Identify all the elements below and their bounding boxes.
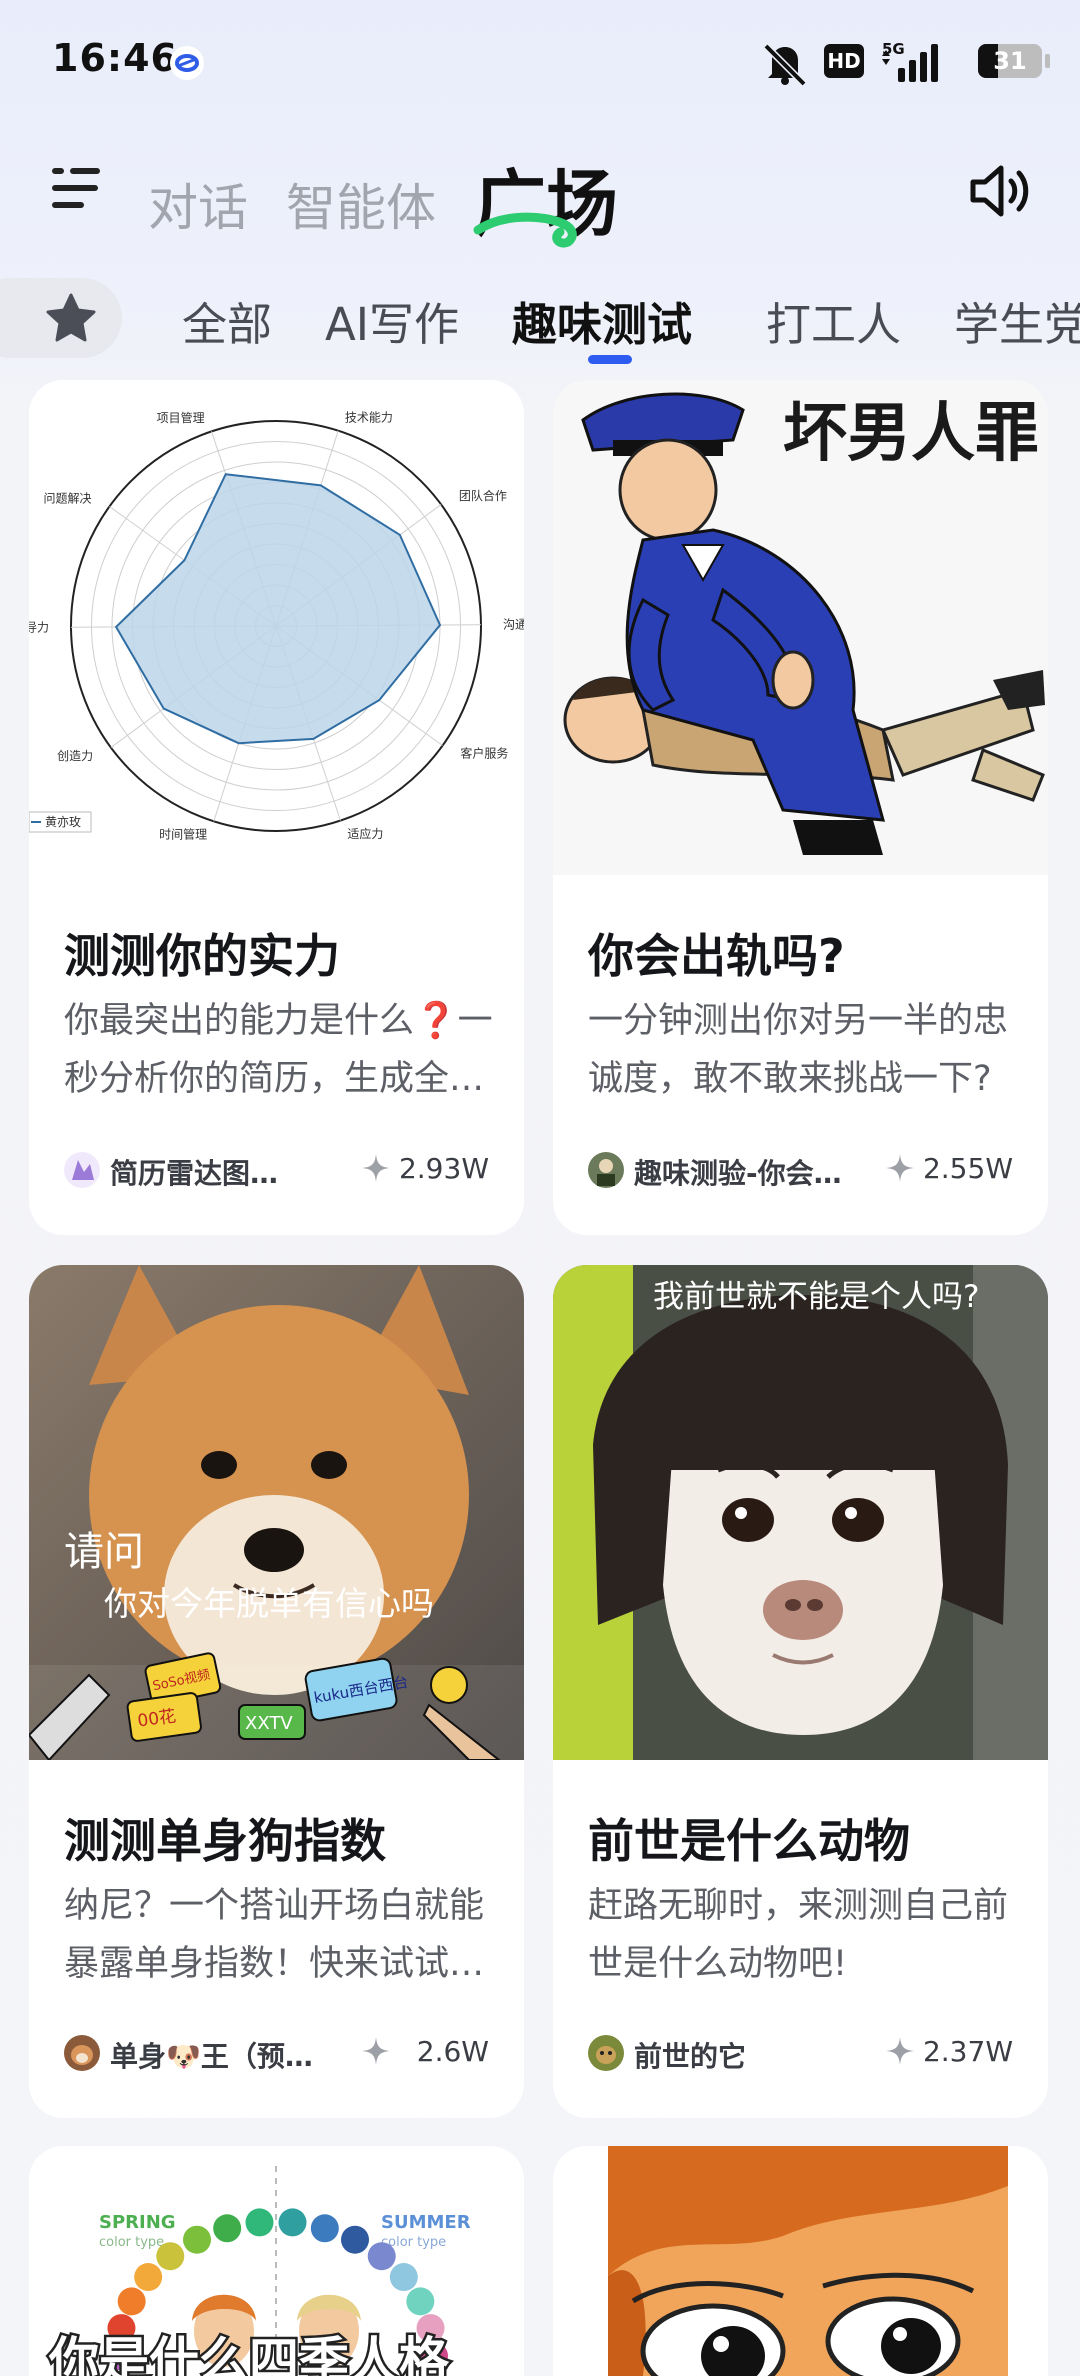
image-caption: 我前世就不能是个人吗? xyxy=(653,1279,979,1315)
card-footer: 趣味测验-你会… 2.55W xyxy=(588,1150,1013,1190)
card-title: 前世是什么动物 xyxy=(588,1814,910,1868)
image-caption-2: 你对今年脱单有信心吗 xyxy=(104,1584,434,1623)
card-image-seasons: SPRING color type SUMMER color type 你是什么… xyxy=(29,2146,524,2376)
card-description: 纳尼？一个搭讪开场白就能暴露单身指数！快来试试… xyxy=(64,1886,485,1984)
menu-icon[interactable] xyxy=(50,160,106,216)
color-swatch xyxy=(245,2208,274,2237)
usage-count: 2.6W xyxy=(416,2035,489,2068)
usage-count: 2.37W xyxy=(922,2035,1013,2068)
card-image-radar: 项目管理 技术能力团队合作沟通客户服务适应力 时间管理 创造力 领导力 问题解决黄亦玫 xyxy=(29,380,524,875)
color-swatch xyxy=(389,2263,418,2292)
author-avatar xyxy=(64,2035,100,2071)
active-tab-stroke xyxy=(473,212,577,248)
card-footer: 前世的它 2.37W xyxy=(588,2033,1013,2073)
category-worker[interactable]: 打工人 xyxy=(766,288,901,353)
star-icon xyxy=(46,293,96,342)
card-footer: 简历雷达图… 2.93W xyxy=(64,1150,489,1190)
app-notification-icon xyxy=(170,46,204,80)
card-ability-test[interactable]: 项目管理 技术能力团队合作沟通客户服务适应力 时间管理 创造力 领导力 问题解决黄亦玫 测… xyxy=(29,380,524,1235)
radar-chart: 项目管理 技术能力团队合作沟通客户服务适应力 时间管理 创造力 领导力 问题解决黄亦玫 xyxy=(29,410,524,842)
radar-axis-label: 创造力 xyxy=(57,749,93,763)
speaker-icon[interactable] xyxy=(965,156,1035,226)
card-title: 你会出轨吗? xyxy=(588,929,845,983)
author-name: 简历雷达图… xyxy=(110,1157,279,1190)
card-season-color-test[interactable]: SPRING color type SUMMER color type 你是什么… xyxy=(29,2146,524,2376)
season-label-right: SUMMER xyxy=(381,2212,471,2233)
radar-axis-label: 沟通 xyxy=(503,618,524,632)
radar-axis-label: 时间管理 xyxy=(159,827,207,842)
sparkle-icon xyxy=(886,1154,914,1182)
category-student[interactable]: 学生党 xyxy=(954,288,1080,353)
usage-count: 2.55W xyxy=(922,1152,1013,1185)
category-ai-writing[interactable]: AI写作 xyxy=(325,288,459,353)
author-avatar xyxy=(588,2035,624,2071)
card-past-life-test[interactable]: 我前世就不能是个人吗? 前世是什么动物 赶路无聊时，来测测自己前世是什么动物吧!… xyxy=(553,1265,1048,2118)
radar-legend-label: 黄亦玫 xyxy=(45,814,81,829)
card-description: 一分钟测出你对另一半的忠诚度，敢不敢来挑战一下? xyxy=(588,1001,1009,1099)
image-caption: 你是什么四季人格 xyxy=(48,2332,450,2376)
status-time: 16:46 xyxy=(52,36,178,80)
category-fun-test[interactable]: 趣味测试 xyxy=(512,288,692,353)
card-image-shiba: 请问 你对今年脱单有信心吗 SoSo视频 00花 XXTV kuku西台西台 xyxy=(29,1265,524,1760)
author-name: 单身🐶王（预… xyxy=(110,2040,313,2073)
battery-level: 31 xyxy=(993,47,1027,75)
sparkle-icon xyxy=(886,2037,914,2065)
card-title: 测测你的实力 xyxy=(64,929,340,983)
radar-axis-label: 项目管理 xyxy=(157,410,205,425)
radar-axis-label: 问题解决 xyxy=(44,491,92,505)
color-swatch xyxy=(134,2263,163,2292)
card-cartoon-test[interactable] xyxy=(553,2146,1048,2376)
card-single-dog-test[interactable]: 请问 你对今年脱单有信心吗 SoSo视频 00花 XXTV kuku西台西台 测… xyxy=(29,1265,524,2118)
color-swatch xyxy=(183,2225,211,2254)
tab-agents[interactable]: 智能体 xyxy=(286,168,436,240)
radar-axis-label: 领导力 xyxy=(29,620,49,634)
color-swatch xyxy=(156,2242,185,2271)
radar-axis-label: 客户服务 xyxy=(460,746,508,761)
image-caption-1: 请问 xyxy=(64,1529,144,1575)
favorites-button[interactable] xyxy=(0,278,122,358)
color-swatch xyxy=(310,2214,339,2243)
color-swatch xyxy=(367,2242,396,2271)
image-caption: 坏男人罪 xyxy=(783,397,1039,471)
author-name: 前世的它 xyxy=(634,2040,747,2073)
card-title: 测测单身狗指数 xyxy=(64,1814,386,1868)
color-swatch xyxy=(278,2208,307,2237)
battery-icon: 31 xyxy=(978,44,1042,78)
card-description: 你最突出的能力是什么❓一秒分析你的简历，生成全… xyxy=(64,1001,493,1099)
color-swatch xyxy=(117,2287,146,2316)
hd-badge: HD xyxy=(824,44,864,78)
card-image-police: 坏男人罪 xyxy=(553,380,1048,875)
radar-area xyxy=(114,473,442,745)
season-sub-left: color type xyxy=(99,2235,164,2250)
battery-tip xyxy=(1045,54,1050,68)
radar-axis-label: 团队合作 xyxy=(459,488,507,503)
status-icons: HD 5G 31 xyxy=(760,40,1080,86)
sparkle-icon xyxy=(362,1154,390,1182)
color-swatch xyxy=(213,2214,242,2243)
category-all[interactable]: 全部 xyxy=(182,288,272,353)
status-bar: 16:46 HD 5G 31 xyxy=(0,0,1080,130)
mic-label-3: XXTV xyxy=(245,1713,293,1734)
radar-axis-label: 技术能力 xyxy=(345,410,393,424)
card-image-dog-wig: 我前世就不能是个人吗? xyxy=(553,1265,1048,1760)
card-image-cartoon-face xyxy=(553,2146,1048,2376)
card-cheating-test[interactable]: 坏男人罪 你会出轨吗? 一分钟测出你对另一半的忠诚度，敢不敢来挑战一下? 趣味测… xyxy=(553,380,1048,1235)
card-description: 赶路无聊时，来测测自己前世是什么动物吧! xyxy=(588,1886,1009,1984)
sparkle-icon xyxy=(362,2037,390,2065)
radar-axis-label: 适应力 xyxy=(347,826,383,841)
card-footer: 单身🐶王（预… 2.6W xyxy=(64,2033,489,2073)
author-avatar xyxy=(64,1152,100,1188)
category-active-indicator xyxy=(588,355,632,364)
color-swatch xyxy=(341,2225,369,2254)
mute-bell-icon xyxy=(763,43,807,86)
usage-count: 2.93W xyxy=(398,1152,489,1185)
signal-icon xyxy=(882,44,938,82)
tab-chat[interactable]: 对话 xyxy=(148,168,248,240)
season-label-left: SPRING xyxy=(99,2212,176,2233)
author-name: 趣味测验-你会… xyxy=(634,1157,842,1190)
author-avatar xyxy=(588,1152,624,1188)
color-swatch xyxy=(406,2287,435,2316)
